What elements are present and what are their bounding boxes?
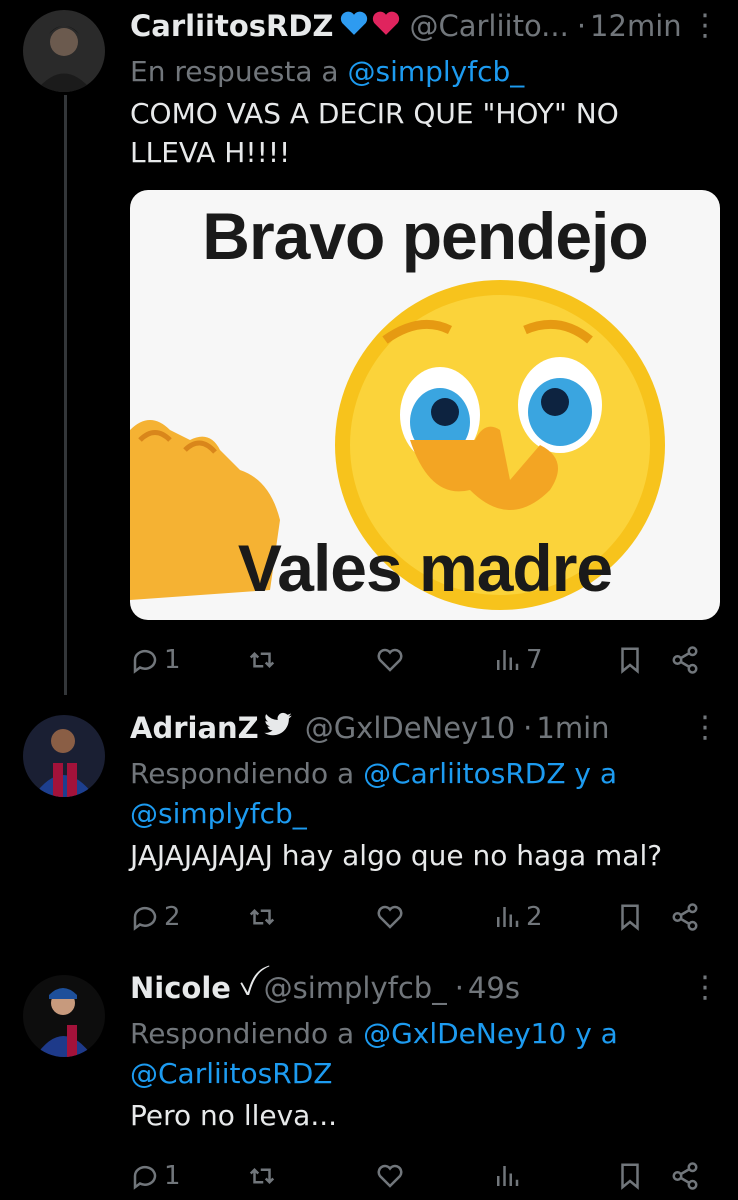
- reply-icon: [133, 1165, 157, 1190]
- views-button[interactable]: 7: [492, 645, 543, 675]
- mention-link[interactable]: @CarliitosRDZ: [130, 1057, 332, 1090]
- mention-link[interactable]: @simplyfcb_: [347, 55, 524, 88]
- views-icon: [497, 1166, 519, 1186]
- tweet-actions: 2 2: [130, 897, 708, 937]
- heart-icon: [377, 648, 403, 672]
- reply-count: 2: [164, 902, 181, 932]
- mention-link[interactable]: @CarliitosRDZ: [363, 757, 565, 790]
- tweet-header: Nicole ꪜ @simplyfcb_ · 49s ⋮: [130, 962, 720, 1014]
- blue-heart-icon: [339, 9, 369, 43]
- retweet-button[interactable]: [247, 1161, 277, 1191]
- separator-dot: ·: [576, 9, 587, 43]
- retweet-icon: [249, 651, 275, 669]
- share-button[interactable]: [670, 645, 700, 675]
- views-count: 2: [526, 902, 543, 932]
- views-button[interactable]: [492, 1161, 522, 1191]
- mention-link[interactable]: @simplyfcb_: [130, 797, 307, 830]
- tweet-text: COMO VAS A DECIR QUE "HOY" NO LLEVA H!!!…: [130, 97, 619, 169]
- replying-to: Respondiendo a @GxlDeNey10 y a @Carliito…: [130, 1014, 718, 1094]
- handle[interactable]: @GxlDeNey10: [305, 711, 515, 745]
- handle[interactable]: @simplyfcb_: [264, 971, 447, 1005]
- retweet-button[interactable]: [247, 645, 277, 675]
- retweet-icon: [249, 1167, 275, 1185]
- bookmark-button[interactable]: [615, 645, 645, 675]
- bookmark-button[interactable]: [615, 902, 645, 932]
- tweet-carliitosrdz[interactable]: CarliitosRDZ @Carliito... · 12min ⋮ En r…: [0, 0, 738, 700]
- red-heart-icon: [371, 9, 401, 43]
- reply-button[interactable]: 1: [130, 1161, 181, 1191]
- like-button[interactable]: [375, 902, 405, 932]
- replying-prefix: Respondiendo a: [130, 757, 355, 790]
- heart-icon: [377, 1164, 403, 1188]
- tweet-adrianz[interactable]: AdrianZ @GxlDeNey10 · 1min ⋮ Respondiend…: [0, 700, 738, 955]
- twitter-bird-icon: [263, 711, 293, 745]
- reply-icon: [133, 906, 157, 931]
- tweet-media-image[interactable]: Bravo pendejo Vales madre: [130, 190, 720, 620]
- tweet-text: Pero no lleva...: [130, 1099, 338, 1132]
- more-options-icon[interactable]: ⋮: [690, 11, 720, 41]
- replying-joiner: y a: [575, 1017, 618, 1050]
- views-icon: [497, 650, 519, 670]
- replying-joiner: y a: [574, 757, 618, 790]
- tweet-text: JAJAJAJAJAJ hay algo que no haga mal?: [130, 839, 663, 872]
- more-options-icon[interactable]: ⋮: [690, 973, 720, 1003]
- meme-bottom-caption: Vales madre: [237, 531, 613, 605]
- separator-dot: ·: [523, 711, 533, 745]
- name-symbol: ꪜ: [238, 972, 256, 1001]
- display-name[interactable]: CarliitosRDZ: [130, 9, 333, 43]
- share-icon: [672, 1162, 698, 1190]
- reply-icon: [133, 649, 157, 674]
- more-options-icon[interactable]: ⋮: [690, 713, 720, 743]
- meme-top-caption: Bravo pendejo: [202, 199, 648, 273]
- bookmark-button[interactable]: [615, 1161, 645, 1191]
- replying-prefix: En respuesta a: [130, 55, 339, 88]
- tweet-header: AdrianZ @GxlDeNey10 · 1min ⋮: [130, 702, 720, 754]
- reply-count: 1: [164, 1161, 181, 1191]
- share-button[interactable]: [670, 902, 700, 932]
- replying-to: En respuesta a @simplyfcb_: [130, 52, 718, 92]
- bookmark-icon: [621, 1163, 639, 1190]
- views-count: 7: [526, 645, 543, 675]
- display-name[interactable]: AdrianZ: [130, 711, 259, 745]
- reply-count: 1: [164, 645, 181, 675]
- replying-to: Respondiendo a @CarliitosRDZ y a @simply…: [130, 754, 718, 834]
- handle[interactable]: @Carliito...: [409, 9, 568, 43]
- heart-icon: [377, 905, 403, 929]
- display-name[interactable]: Nicole: [130, 971, 231, 1005]
- avatar[interactable]: [23, 10, 105, 92]
- timestamp[interactable]: 12min: [590, 9, 682, 43]
- retweet-icon: [249, 908, 275, 926]
- views-icon: [497, 907, 519, 927]
- timestamp[interactable]: 1min: [536, 711, 609, 745]
- separator-dot: ·: [454, 971, 464, 1005]
- share-button[interactable]: [670, 1161, 700, 1191]
- bookmark-icon: [621, 904, 639, 931]
- like-button[interactable]: [375, 645, 405, 675]
- tweet-header: CarliitosRDZ @Carliito... · 12min ⋮: [130, 0, 720, 52]
- bookmark-icon: [621, 647, 639, 674]
- reply-button[interactable]: 2: [130, 902, 181, 932]
- tweet-nicole[interactable]: Nicole ꪜ @simplyfcb_ · 49s ⋮ Respondiend…: [0, 960, 738, 1200]
- like-button[interactable]: [375, 1161, 405, 1191]
- timestamp[interactable]: 49s: [468, 971, 520, 1005]
- tweet-actions: 1 7: [130, 640, 708, 680]
- replying-prefix: Respondiendo a: [130, 1017, 355, 1050]
- retweet-button[interactable]: [247, 902, 277, 932]
- mention-link[interactable]: @GxlDeNey10: [363, 1017, 566, 1050]
- avatar[interactable]: [23, 715, 105, 797]
- share-icon: [672, 903, 698, 931]
- tweet-actions: 1: [130, 1156, 708, 1196]
- reply-button[interactable]: 1: [130, 645, 181, 675]
- avatar[interactable]: [23, 975, 105, 1057]
- share-icon: [672, 646, 698, 674]
- views-button[interactable]: 2: [492, 902, 543, 932]
